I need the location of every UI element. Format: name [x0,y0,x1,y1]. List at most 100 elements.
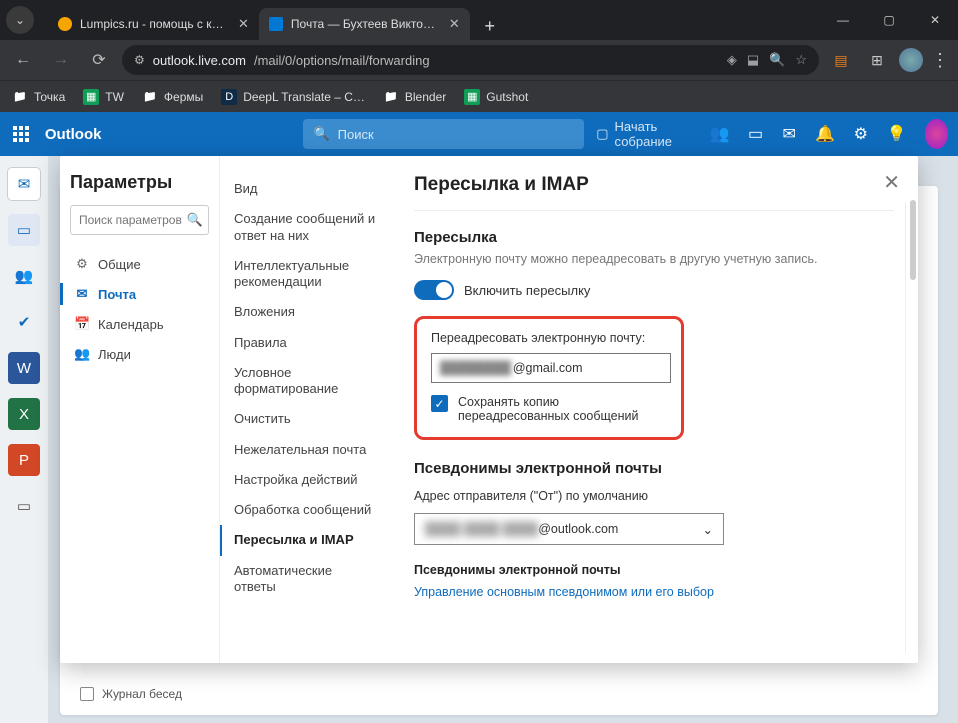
forward-to-input[interactable]: ████████@gmail.com [431,353,671,383]
scrollbar[interactable] [910,200,916,653]
settings-subsection[interactable]: Условное форматирование [220,358,386,405]
back-button[interactable]: ← [8,45,38,75]
minimize-button[interactable]: — [820,0,866,40]
teams-icon[interactable]: 👥 [710,124,730,144]
settings-category-Общие[interactable]: ⚙Общие [70,249,209,279]
install-icon[interactable]: ⬓ [747,52,759,68]
settings-category-Календарь[interactable]: 📅Календарь [70,309,209,339]
search-icon: 🔍 [313,126,329,142]
outlook-body: ✉ ▭ 👥 ✔ W X P ▭ Журнал бесед Параметры 🔍… [0,156,958,723]
rail-more-icon[interactable]: ▭ [8,490,40,522]
settings-subsection[interactable]: Правила [220,328,386,358]
app-launcher-button[interactable] [10,120,33,148]
category-label: Почта [98,287,136,302]
folder-icon [12,89,28,105]
settings-subsection[interactable]: Интеллектуальные рекомендации [220,251,386,298]
folder-icon [383,89,399,105]
settings-subsection[interactable]: Вложения [220,297,386,327]
bookmark-item[interactable]: Точка [12,89,65,105]
rail-calendar-icon[interactable]: ▭ [8,214,40,246]
browser-tab-0[interactable]: Lumpics.ru - помощь с компью ✕ [48,8,259,40]
rail-powerpoint-icon[interactable]: P [8,444,40,476]
settings-subsection[interactable]: Обработка сообщений [220,495,386,525]
bookmark-item[interactable]: ▦TW [83,89,124,105]
address-bar[interactable]: ⚙ outlook.live.com/mail/0/options/mail/f… [122,45,819,75]
forwarding-highlight-box: Переадресовать электронную почту: ██████… [414,316,684,440]
bookmark-item[interactable]: DDeepL Translate – C… [221,89,365,105]
default-from-select[interactable]: ████ ████ ████@outlook.com ⌄ [414,513,724,545]
profile-avatar[interactable] [899,48,923,72]
search-placeholder: Поиск [338,127,374,142]
site-info-icon[interactable]: ⚙ [134,53,145,67]
settings-subsections-column: ВидСоздание сообщений и ответ на нихИнте… [220,156,390,663]
tips-icon[interactable]: 💡 [887,124,907,144]
settings-modal: Параметры 🔍 ⚙Общие✉Почта📅Календарь👥Люди … [60,156,918,663]
bookmark-icon[interactable]: ☆ [795,52,807,68]
settings-subsection[interactable]: Очистить [220,404,386,434]
category-label: Общие [98,257,141,272]
aliases-subheading: Псевдонимы электронной почты [414,563,894,577]
maximize-button[interactable]: ▢ [866,0,912,40]
bookmark-item[interactable]: ▦Gutshot [464,89,528,105]
toggle-label: Включить пересылку [464,283,590,298]
enable-forwarding-toggle[interactable] [414,280,454,300]
bookmark-item[interactable]: Blender [383,89,446,105]
skype-icon[interactable]: ✉ [781,124,797,144]
settings-subsection[interactable]: Пересылка и IMAP [220,525,386,555]
outlook-search[interactable]: 🔍 Поиск [303,119,584,149]
redacted-text: ████ ████ ████ [425,522,538,536]
keep-copy-checkbox[interactable]: ✓ [431,395,448,412]
new-tab-button[interactable]: + [476,12,504,40]
extensions-button[interactable]: ⊞ [863,46,891,74]
settings-subsection[interactable]: Нежелательная почта [220,435,386,465]
start-meeting-button[interactable]: ▢Начать собрание [596,119,692,149]
close-icon[interactable]: ✕ [449,16,460,32]
manage-alias-link[interactable]: Управление основным псевдонимом или его … [414,585,894,599]
account-avatar[interactable] [925,119,948,149]
journal-row[interactable]: Журнал бесед [80,687,182,701]
bookmarks-bar: Точка ▦TW Фермы DDeepL Translate – C… Bl… [0,80,958,112]
checkbox-icon[interactable] [80,687,94,701]
rail-todo-icon[interactable]: ✔ [8,306,40,338]
extension-icon[interactable]: ▤ [827,46,855,74]
tab-search-button[interactable]: ⌄ [6,6,34,34]
reload-button[interactable]: ⟳ [84,45,114,75]
category-label: Люди [98,347,131,362]
enable-forwarding-row: Включить пересылку [414,280,894,300]
close-window-button[interactable]: ✕ [912,0,958,40]
calendar-day-icon[interactable]: ▭ [748,124,764,144]
settings-subsection[interactable]: Вид [220,174,386,204]
close-settings-button[interactable]: ✕ [883,170,900,195]
settings-category-Люди[interactable]: 👥 Люди [70,339,209,369]
default-from-label: Адрес отправителя ("От") по умолчанию [414,489,894,503]
rail-word-icon[interactable]: W [8,352,40,384]
settings-subsection[interactable]: Автоматические ответы [220,556,386,603]
notifications-icon[interactable]: 🔔 [815,124,835,144]
category-icon: 👥 [74,346,90,362]
divider [414,210,894,211]
panel-title: Пересылка и IMAP [414,174,894,196]
forwarding-heading: Пересылка [414,229,894,246]
settings-subsection[interactable]: Создание сообщений и ответ на них [220,204,386,251]
rail-excel-icon[interactable]: X [8,398,40,430]
chevron-down-icon: ⌄ [703,522,713,537]
scroll-track [905,202,906,653]
close-icon[interactable]: ✕ [238,16,249,32]
rail-mail-icon[interactable]: ✉ [8,168,40,200]
chrome-menu-button[interactable]: ⋮ [931,50,950,71]
camera-icon: ▢ [596,126,608,142]
favicon-icon [58,17,72,31]
settings-icon[interactable]: ⚙ [853,124,869,144]
favicon-icon [269,17,283,31]
settings-category-Почта[interactable]: ✉Почта [70,279,209,309]
browser-toolbar: ← → ⟳ ⚙ outlook.live.com/mail/0/options/… [0,40,958,80]
forward-button[interactable]: → [46,45,76,75]
rail-people-icon[interactable]: 👥 [8,260,40,292]
lens-icon[interactable]: ◈ [727,52,737,68]
settings-subsection[interactable]: Настройка действий [220,465,386,495]
zoom-icon[interactable]: 🔍 [769,52,785,68]
bookmark-item[interactable]: Фермы [142,89,203,105]
browser-tab-1[interactable]: Почта — Бухтеев Виктор — Ou ✕ [259,8,470,40]
select-suffix: @outlook.com [538,522,618,536]
category-label: Календарь [98,317,164,332]
